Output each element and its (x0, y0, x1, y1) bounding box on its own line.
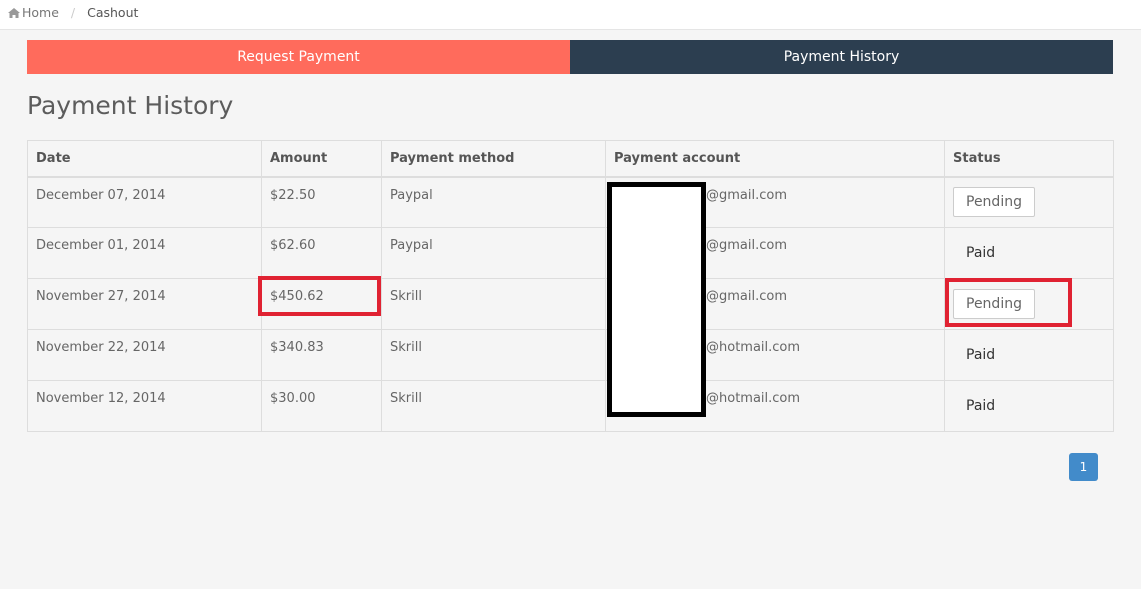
cell-date: November 12, 2014 (27, 380, 262, 432)
tab-payment-history[interactable]: Payment History (570, 40, 1113, 74)
page-title: Payment History (27, 91, 234, 120)
pagination-page-button[interactable]: 1 (1069, 453, 1098, 481)
cell-status: Paid (944, 380, 1114, 432)
table-row: November 22, 2014 $340.83 Skrill @hotmai… (27, 329, 1114, 381)
breadcrumb-separator: / (70, 5, 76, 20)
home-icon (8, 8, 20, 18)
breadcrumb: Home / Cashout (0, 0, 1141, 30)
table-row: November 12, 2014 $30.00 Skrill @hotmail… (27, 380, 1114, 432)
status-paid-label: Paid (966, 347, 996, 363)
cell-date: December 01, 2014 (27, 227, 262, 279)
cell-amount: $62.60 (261, 227, 382, 279)
cell-status: Pending (944, 176, 1114, 228)
highlight-box-status (945, 278, 1072, 327)
cell-amount: $22.50 (261, 176, 382, 228)
breadcrumb-home-label: Home (22, 5, 59, 20)
cell-date: December 07, 2014 (27, 176, 262, 228)
cashout-tabs: Request Payment Payment History (27, 40, 1113, 74)
cell-date: November 27, 2014 (27, 278, 262, 330)
cell-amount: $340.83 (261, 329, 382, 381)
cell-payment-method: Paypal (381, 176, 606, 228)
header-payment-method: Payment method (381, 140, 606, 178)
breadcrumb-current: Cashout (87, 5, 139, 20)
status-pending-button[interactable]: Pending (953, 187, 1035, 218)
table-row: December 07, 2014 $22.50 Paypal @gmail.c… (27, 176, 1114, 228)
tab-request-payment[interactable]: Request Payment (27, 40, 570, 74)
header-amount: Amount (261, 140, 382, 178)
table-header-row: Date Amount Payment method Payment accou… (27, 140, 1114, 178)
cell-date: November 22, 2014 (27, 329, 262, 381)
cell-status: Paid (944, 227, 1114, 279)
cell-status: Paid (944, 329, 1114, 381)
cell-payment-method: Skrill (381, 380, 606, 432)
status-paid-label: Paid (966, 245, 996, 261)
status-paid-label: Paid (966, 398, 996, 414)
cell-payment-method: Skrill (381, 329, 606, 381)
header-payment-account: Payment account (605, 140, 945, 178)
header-date: Date (27, 140, 262, 178)
cell-payment-method: Skrill (381, 278, 606, 330)
redaction-box (607, 182, 706, 417)
breadcrumb-home-link[interactable]: Home (8, 5, 63, 20)
cell-amount: $30.00 (261, 380, 382, 432)
cell-payment-method: Paypal (381, 227, 606, 279)
header-status: Status (944, 140, 1114, 178)
highlight-box-amount (258, 276, 381, 316)
table-row: December 01, 2014 $62.60 Paypal @gmail.c… (27, 227, 1114, 279)
